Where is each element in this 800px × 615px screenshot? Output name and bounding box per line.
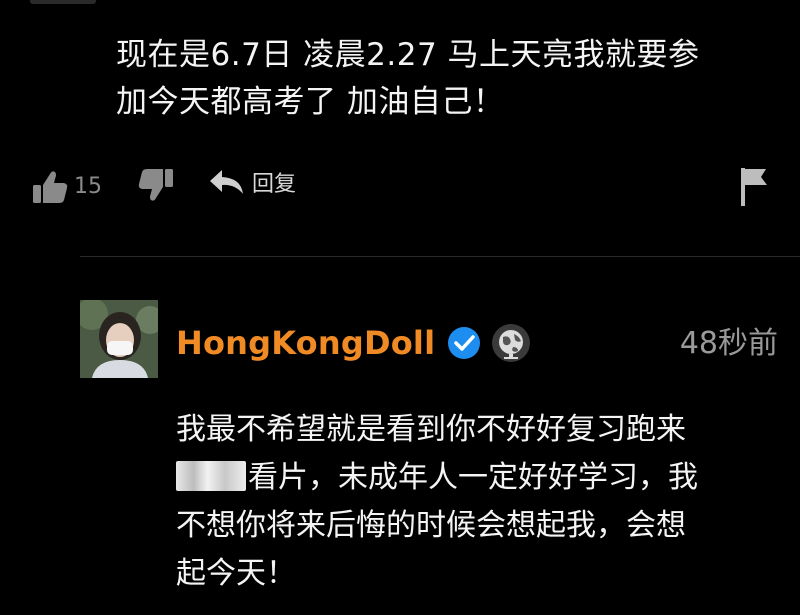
reply-body: 我最不希望就是看到你不好好复习跑来 看片，未成年人一定好好学习，我 不想你将来后… (176, 406, 786, 598)
username[interactable]: HongKongDoll (176, 324, 435, 362)
reply-line-2-text: 看片，未成年人一定好好学习，我 (248, 460, 698, 495)
reply-timestamp: 48秒前 (679, 326, 778, 361)
reply-line-3: 不想你将来后悔的时候会想起我，会想 (176, 508, 686, 543)
comment-actions: 15 回复 (0, 160, 800, 210)
blurred-text (176, 461, 246, 491)
reply-arrow-icon (210, 170, 243, 194)
divider (80, 256, 800, 257)
dislike-button[interactable] (136, 166, 176, 206)
comment-line-2: 加今天都高考了 加油自己！ (116, 84, 505, 120)
like-button[interactable]: 15 (30, 166, 102, 206)
globe-icon (492, 324, 531, 362)
avatar[interactable] (80, 300, 158, 378)
reply-button[interactable]: 回复 (208, 166, 296, 198)
flag-icon (741, 168, 767, 206)
reply-line-2: 看片，未成年人一定好好学习，我 (176, 454, 786, 502)
comment-line-1: 现在是6.7日 凌晨2.27 马上天亮我就要参 (116, 37, 700, 73)
verified-check-icon (448, 327, 481, 359)
reply-line-1: 我最不希望就是看到你不好好复习跑来 (176, 412, 686, 447)
avatar-photo (80, 300, 158, 378)
thumbs-down-icon (138, 169, 173, 201)
reply-label: 回复 (252, 172, 297, 197)
reply-header: HongKongDoll (176, 318, 531, 368)
thumbs-up-icon (33, 171, 68, 203)
previous-item-edge (30, 0, 96, 4)
like-count: 15 (74, 173, 102, 199)
reply-line-4: 起今天！ (176, 556, 296, 591)
report-button[interactable] (738, 164, 772, 208)
comment-body: 现在是6.7日 凌晨2.27 马上天亮我就要参 加今天都高考了 加油自己！ (116, 32, 776, 126)
